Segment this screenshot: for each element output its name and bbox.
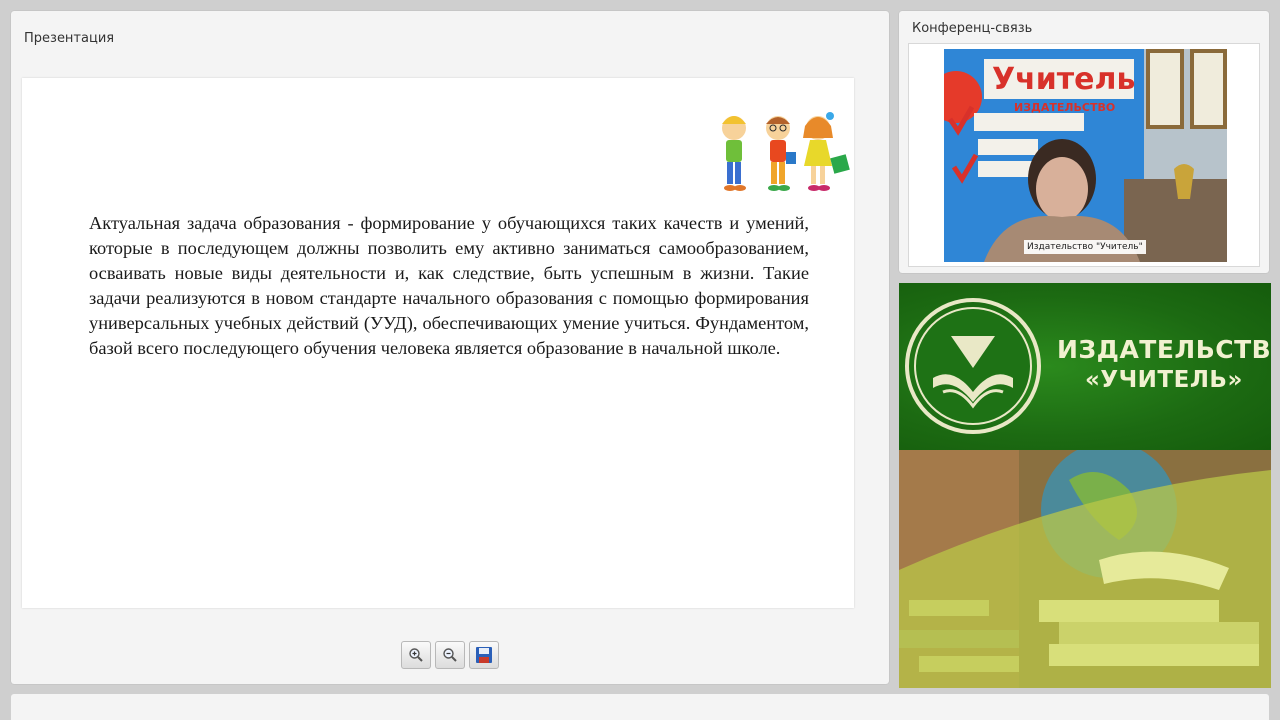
- banner-books-image: [899, 450, 1271, 688]
- publisher-logo-icon: [905, 298, 1041, 434]
- video-scene: Учитель ИЗДАТЕЛЬСТВО: [944, 49, 1227, 262]
- zoom-out-button[interactable]: [435, 641, 465, 669]
- publisher-banner: ИЗДАТЕЛЬСТВО «УЧИТЕЛЬ»: [899, 283, 1271, 688]
- conference-panel: Конференц-связь Учитель ИЗДАТЕЛЬСТВО Изд…: [899, 11, 1269, 273]
- slide-body-text: Актуальная задача образования - формиров…: [89, 213, 809, 358]
- poster-sub-text: ИЗДАТЕЛЬСТВО: [1014, 101, 1115, 114]
- video-frame: Учитель ИЗДАТЕЛЬСТВО Издательство "Учите…: [908, 43, 1260, 267]
- save-button[interactable]: [469, 641, 499, 669]
- participant-label: Издательство "Учитель": [1024, 240, 1146, 254]
- presentation-title: Презентация: [24, 31, 115, 46]
- books-globe-illustration: [899, 450, 1271, 688]
- zoom-in-icon: [409, 648, 423, 662]
- zoom-out-icon: [443, 648, 457, 662]
- poster-sign-text: Учитель: [992, 62, 1135, 97]
- presentation-slide: Актуальная задача образования - формиров…: [22, 78, 854, 608]
- bottom-panel: [11, 694, 1269, 720]
- banner-logo-area: ИЗДАТЕЛЬСТВО «УЧИТЕЛЬ»: [899, 283, 1271, 450]
- participant-video[interactable]: Учитель ИЗДАТЕЛЬСТВО Издательство "Учите…: [944, 49, 1227, 262]
- children-illustration: [722, 112, 850, 191]
- save-icon: [476, 647, 492, 663]
- banner-title-line1: ИЗДАТЕЛЬСТВО: [1057, 335, 1271, 364]
- presentation-panel: Презентация Актуальная задача образовани…: [11, 11, 889, 684]
- presentation-toolbar: [401, 641, 499, 669]
- zoom-in-button[interactable]: [401, 641, 431, 669]
- conference-title: Конференц-связь: [912, 21, 1033, 36]
- banner-title-line2: «УЧИТЕЛЬ»: [1085, 367, 1243, 393]
